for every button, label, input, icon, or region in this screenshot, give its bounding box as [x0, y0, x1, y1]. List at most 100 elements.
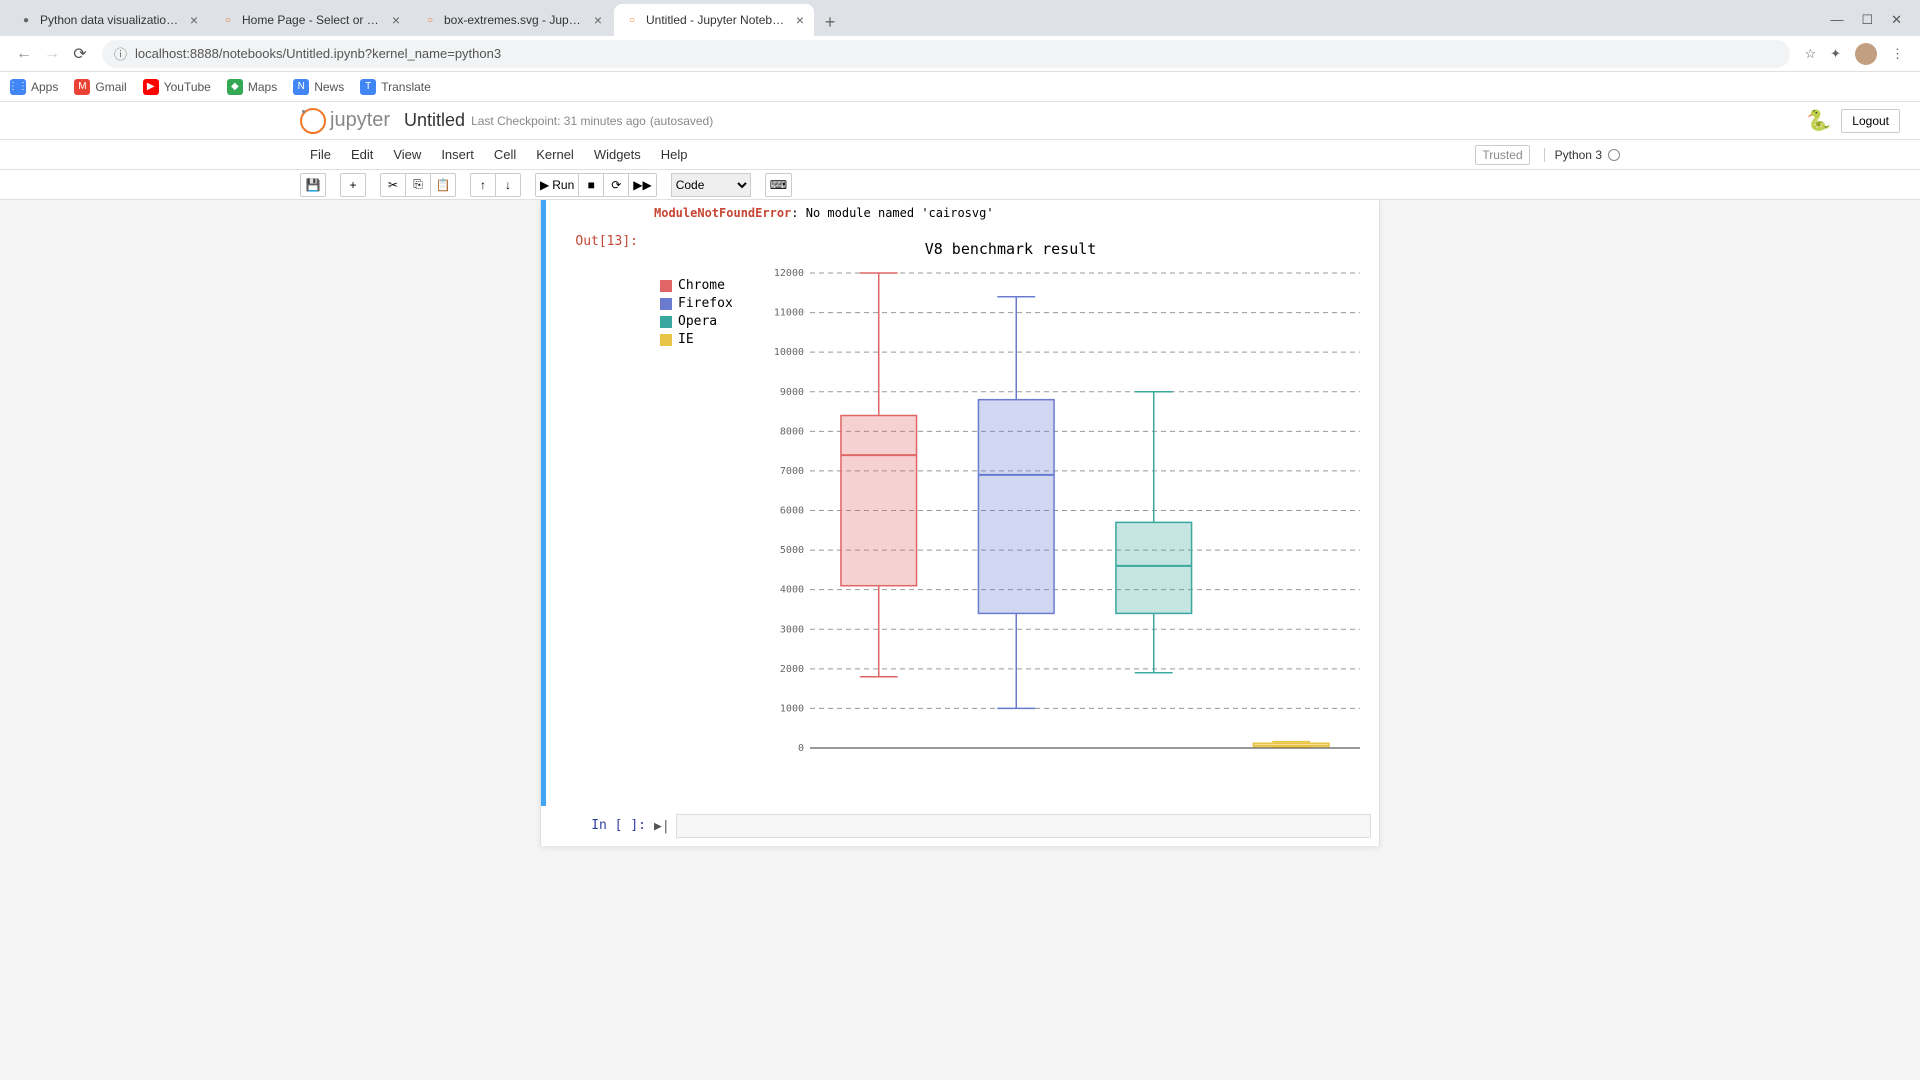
bookmark-label: News [314, 80, 344, 94]
run-arrow-icon[interactable]: ▶| [654, 819, 670, 834]
run-button[interactable]: ▶ Run [535, 173, 579, 197]
trusted-indicator[interactable]: Trusted [1475, 145, 1529, 165]
tab-title: Home Page - Select or create a n [242, 13, 384, 27]
menu-widgets[interactable]: Widgets [584, 147, 651, 162]
save-button[interactable]: 💾 [300, 173, 326, 197]
bookmark-item[interactable]: N News [293, 79, 344, 95]
legend-item: Firefox [660, 296, 770, 311]
legend-swatch [660, 280, 672, 292]
bookmarks-bar: ⋮⋮Apps M Gmail ▶ YouTube ◆ Maps N News TTranslate [0, 72, 1920, 102]
bookmark-icon: N [293, 79, 309, 95]
svg-text:10000: 10000 [774, 347, 804, 358]
tab-favicon: ● [18, 12, 34, 28]
minimize-icon[interactable]: — [1830, 12, 1843, 28]
jupyter-logo[interactable]: jupyter [300, 108, 390, 134]
svg-text:4000: 4000 [780, 585, 804, 596]
forward-button[interactable]: → [38, 40, 66, 68]
error-output: ModuleNotFoundError: No module named 'ca… [646, 204, 1375, 222]
browser-tab[interactable]: ○ Untitled - Jupyter Notebook × [614, 4, 814, 36]
restart-run-all-button[interactable]: ▶▶ [628, 173, 656, 197]
tab-favicon: ○ [220, 12, 236, 28]
boxplot-svg: 0100020003000400050006000700080009000100… [770, 268, 1370, 768]
menu-icon[interactable]: ⋮ [1891, 46, 1904, 62]
chart-plot: 0100020003000400050006000700080009000100… [770, 268, 1371, 768]
new-tab-button[interactable]: + [816, 8, 844, 36]
bookmark-item[interactable]: ⋮⋮Apps [10, 79, 58, 95]
menu-file[interactable]: File [300, 147, 341, 162]
tab-close-icon[interactable]: × [190, 12, 198, 28]
maximize-icon[interactable]: ☐ [1861, 12, 1873, 28]
bookmark-icon: ▶ [143, 79, 159, 95]
logout-button[interactable]: Logout [1841, 109, 1900, 133]
paste-button[interactable]: 📋 [430, 173, 456, 197]
menu-edit[interactable]: Edit [341, 147, 383, 162]
bookmark-label: YouTube [164, 80, 211, 94]
bookmark-item[interactable]: TTranslate [360, 79, 431, 95]
interrupt-button[interactable]: ■ [578, 173, 604, 197]
url-input[interactable]: ⓘ localhost:8888/notebooks/Untitled.ipyn… [102, 40, 1790, 68]
tab-favicon: ○ [624, 12, 640, 28]
checkpoint-text: Last Checkpoint: 31 minutes ago [471, 114, 646, 128]
menu-kernel[interactable]: Kernel [526, 147, 584, 162]
code-input[interactable] [676, 814, 1371, 838]
kernel-indicator[interactable]: Python 3 [1544, 148, 1620, 162]
reload-button[interactable]: ⟳ [66, 40, 94, 68]
legend-label: Firefox [678, 296, 733, 311]
copy-button[interactable]: ⎘ [405, 173, 431, 197]
cell-type-select[interactable]: Code [671, 173, 751, 197]
output-cell[interactable]: ModuleNotFoundError: No module named 'ca… [541, 200, 1379, 226]
svg-text:9000: 9000 [780, 387, 804, 398]
bookmark-icon: M [74, 79, 90, 95]
browser-tab[interactable]: ●Python data visualization (Pygal× [8, 4, 208, 36]
close-window-icon[interactable]: ✕ [1891, 12, 1902, 28]
legend-label: Opera [678, 314, 717, 329]
tab-title: box-extremes.svg - Jupyter Text [444, 13, 586, 27]
bookmark-item[interactable]: ◆ Maps [227, 79, 277, 95]
svg-text:2000: 2000 [780, 664, 804, 675]
notebook-scroll-area[interactable]: ModuleNotFoundError: No module named 'ca… [0, 200, 1920, 1080]
bookmark-label: Gmail [95, 80, 126, 94]
bookmark-item[interactable]: M Gmail [74, 79, 126, 95]
svg-text:1000: 1000 [780, 703, 804, 714]
svg-text:3000: 3000 [780, 624, 804, 635]
menu-view[interactable]: View [383, 147, 431, 162]
legend-item: IE [660, 332, 770, 347]
extensions-icon[interactable]: ✦ [1830, 46, 1841, 62]
bookmark-icon: ◆ [227, 79, 243, 95]
error-name: ModuleNotFoundError [654, 206, 791, 220]
tab-close-icon[interactable]: × [796, 12, 804, 28]
bookmark-icon: T [360, 79, 376, 95]
browser-tab[interactable]: ○ Home Page - Select or create a n × [210, 4, 410, 36]
chart-output-cell[interactable]: Out[13]: V8 benchmark result ChromeFiref… [541, 226, 1379, 806]
restart-button[interactable]: ⟳ [603, 173, 629, 197]
svg-text:12000: 12000 [774, 268, 804, 279]
add-cell-button[interactable]: + [340, 173, 366, 197]
back-button[interactable]: ← [10, 40, 38, 68]
menu-cell[interactable]: Cell [484, 147, 526, 162]
profile-avatar[interactable] [1855, 43, 1877, 65]
move-up-button[interactable]: ↑ [470, 173, 496, 197]
command-palette-button[interactable]: ⌨ [765, 173, 792, 197]
browser-tab[interactable]: ○box-extremes.svg - Jupyter Text× [412, 4, 612, 36]
bookmark-label: Maps [248, 80, 277, 94]
move-down-button[interactable]: ↓ [495, 173, 521, 197]
empty-input-cell[interactable]: In [ ]: ▶| [541, 806, 1379, 846]
bookmark-item[interactable]: ▶ YouTube [143, 79, 211, 95]
star-icon[interactable]: ☆ [1804, 46, 1816, 62]
site-info-icon[interactable]: ⓘ [114, 44, 127, 63]
menu-insert[interactable]: Insert [431, 147, 484, 162]
browser-tab-strip: ●Python data visualization (Pygal× ○ Home … [0, 0, 1920, 36]
svg-text:11000: 11000 [774, 308, 804, 319]
tab-close-icon[interactable]: × [392, 12, 400, 28]
tab-close-icon[interactable]: × [594, 12, 602, 28]
address-bar: ← → ⟳ ⓘ localhost:8888/notebooks/Untitle… [0, 36, 1920, 72]
svg-text:7000: 7000 [780, 466, 804, 477]
cut-button[interactable]: ✂ [380, 173, 406, 197]
chart-legend: ChromeFirefoxOperaIE [650, 268, 770, 768]
svg-text:6000: 6000 [780, 506, 804, 517]
menu-help[interactable]: Help [651, 147, 698, 162]
legend-item: Opera [660, 314, 770, 329]
notebook-title[interactable]: Untitled [404, 110, 465, 131]
tab-title: Untitled - Jupyter Notebook [646, 13, 788, 27]
chart-output: V8 benchmark result ChromeFirefoxOperaIE… [646, 230, 1375, 786]
